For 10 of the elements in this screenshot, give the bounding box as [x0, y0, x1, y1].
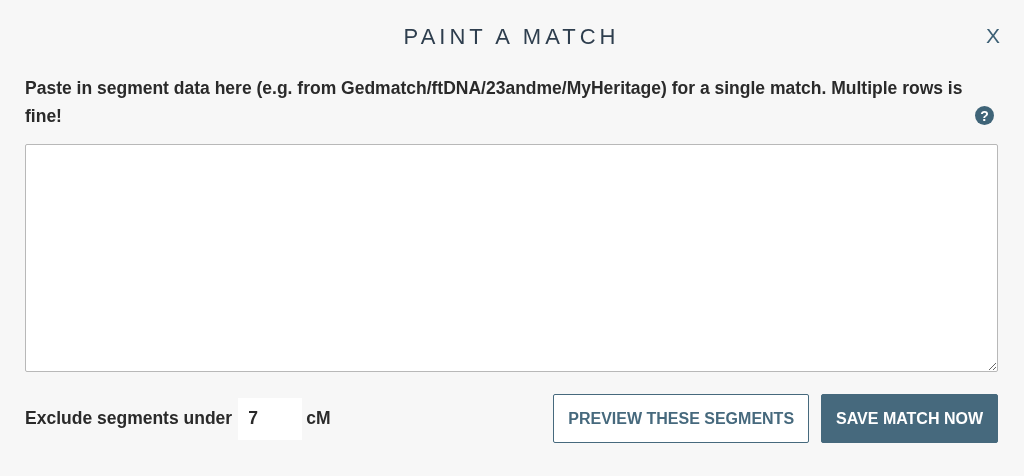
preview-button[interactable]: PREVIEW THESE SEGMENTS	[553, 394, 810, 443]
threshold-field[interactable]: 7	[238, 397, 303, 440]
save-button[interactable]: SAVE MATCH NOW	[821, 394, 998, 443]
segment-data-field[interactable]	[25, 144, 998, 372]
exclude-label: Exclude segments under	[25, 408, 233, 429]
help-icon[interactable]: ?	[975, 106, 994, 125]
dialog-title: PAINT A MATCH	[403, 24, 620, 50]
close-button[interactable]: X	[982, 22, 1004, 50]
unit-label: cM	[306, 408, 331, 429]
instructions-text: Paste in segment data here (e.g. from Gedmatch/ftDNA/23andme/MyHeritage) for a single match. Multiple rows is fine!	[25, 77, 964, 128]
